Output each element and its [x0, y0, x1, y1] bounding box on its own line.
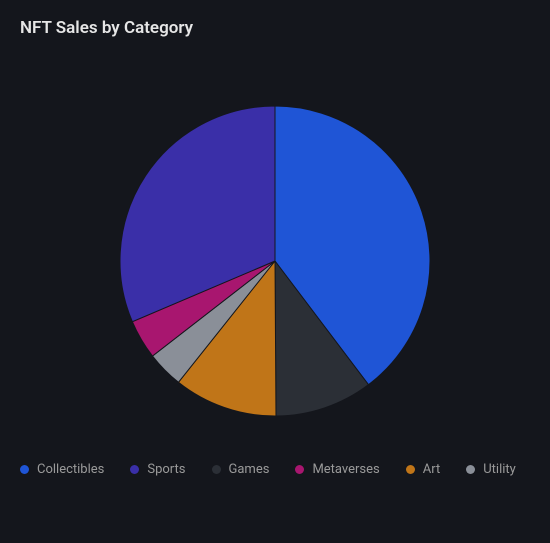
legend-item-metaverses[interactable]: Metaverses — [295, 462, 379, 477]
legend-swatch-icon — [406, 465, 415, 474]
legend-swatch-icon — [20, 465, 29, 474]
legend-label: Art — [423, 462, 440, 477]
legend-swatch-icon — [130, 465, 139, 474]
legend-label: Games — [229, 462, 270, 477]
legend-swatch-icon — [295, 465, 304, 474]
chart-card: NFT Sales by Category 39.7%10.2%10.8%31.… — [0, 0, 550, 543]
legend-item-utility[interactable]: Utility — [466, 462, 516, 477]
legend: Collectibles Sports Games Metaverses Art Util… — [20, 462, 530, 477]
legend-swatch-icon — [212, 465, 221, 474]
legend-label: Sports — [147, 462, 185, 477]
legend-swatch-icon — [466, 465, 475, 474]
chart-title: NFT Sales by Category — [20, 18, 530, 38]
legend-label: Metaverses — [312, 462, 379, 477]
pie-chart: 39.7%10.2%10.8%31.4% — [20, 46, 530, 456]
legend-item-collectibles[interactable]: Collectibles — [20, 462, 104, 477]
legend-item-games[interactable]: Games — [212, 462, 270, 477]
legend-item-art[interactable]: Art — [406, 462, 440, 477]
legend-item-sports[interactable]: Sports — [130, 462, 185, 477]
legend-label: Utility — [483, 462, 516, 477]
legend-label: Collectibles — [37, 462, 104, 477]
